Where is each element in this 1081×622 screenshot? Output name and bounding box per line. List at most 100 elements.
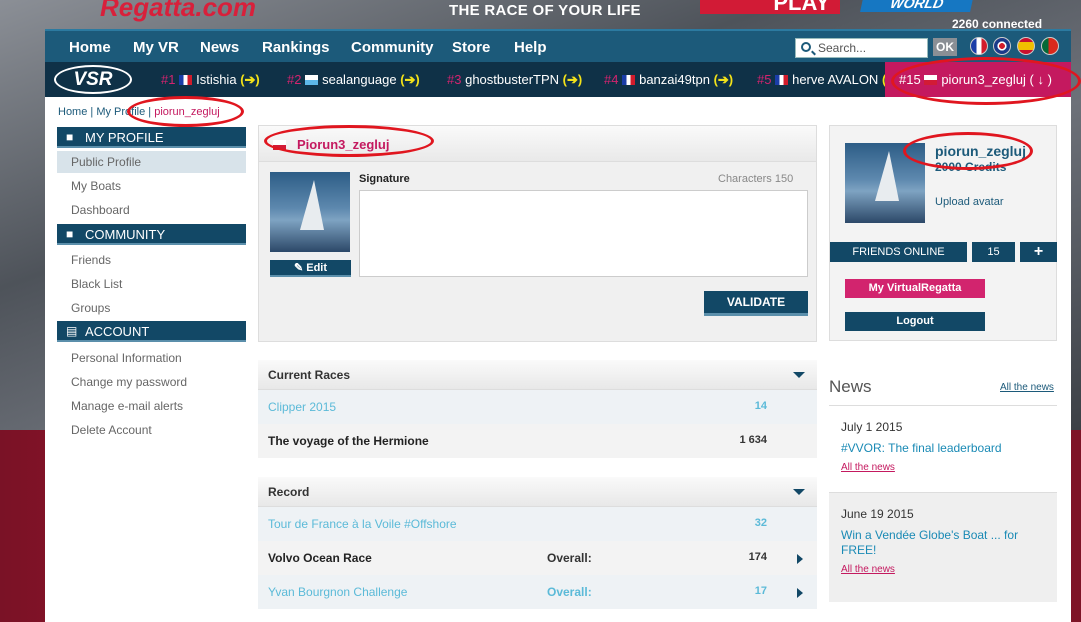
nav-my-vr[interactable]: My VR [133,39,179,56]
sidebar-item-my-boats[interactable]: My Boats [57,175,246,197]
sidebar-heading-community: ■ COMMUNITY [57,224,246,245]
rank-number: #2 [287,72,302,87]
breadcrumb-home[interactable]: Home [58,106,87,118]
news-item-link[interactable]: All the news [841,462,1045,473]
nav-home[interactable]: Home [69,39,111,56]
brand-logo[interactable]: Regatta.com [100,0,256,23]
sidebar-item-friends[interactable]: Friends [57,249,246,271]
news-headline[interactable]: Win a Vendée Globe's Boat ... for FREE! [841,528,1045,558]
nav-store[interactable]: Store [452,39,490,56]
signature-textarea[interactable] [359,190,808,277]
rank-entry[interactable]: #1 Istishia (➔) [161,72,260,88]
site-banner: Regatta.com THE RACE OF YOUR LIFE PLAY W… [0,0,1081,31]
edit-label: Edit [306,262,328,274]
friends-online-button[interactable]: FRIENDS ONLINE [830,242,967,262]
flag-fr-icon [622,75,636,85]
nav-community[interactable]: Community [351,39,434,56]
search-icon [801,42,811,52]
record-count: 174 [748,551,767,563]
record-row[interactable]: Volvo Ocean Race Overall: 174 [258,541,817,575]
sidebar-item-groups[interactable]: Groups [57,297,246,319]
sidebar-heading-label: MY PROFILE [85,130,164,145]
world-badge[interactable]: WORLD [860,0,974,12]
validate-button[interactable]: VALIDATE [704,291,808,316]
my-virtualregatta-button[interactable]: My VirtualRegatta [845,279,985,298]
sidebar-item-email-alerts[interactable]: Manage e-mail alerts [57,395,246,417]
sidebar-item-change-password[interactable]: Change my password [57,371,246,393]
chevron-down-icon[interactable] [793,489,805,495]
record-name[interactable]: Tour de France à la Voile #Offshore [268,517,457,531]
sidebar-item-personal-information[interactable]: Personal Information [57,347,246,369]
nav-news[interactable]: News [200,39,239,56]
sidebar-item-public-profile[interactable]: Public Profile [57,151,246,173]
flag-fr-icon [179,75,193,85]
annotation-circle-my-rank [891,57,1081,105]
record-row[interactable]: Yvan Bourgnon Challenge Overall: 17 [258,575,817,609]
sidebar-heading-label: COMMUNITY [85,227,166,242]
rank-entry[interactable]: #4 banzai49tpn (➔) [604,72,733,88]
vsr-logo[interactable]: VSR [54,65,132,94]
rank-entry[interactable]: #2 sealanguage (➔) [287,72,420,88]
news-headline[interactable]: #VVOR: The final leaderboard [841,441,1045,456]
breadcrumb-separator: | [87,106,97,118]
news-item-link[interactable]: All the news [841,564,1045,575]
rank-name: Istishia [196,72,237,87]
rank-entry[interactable]: #5 herve AVALON (➔ [757,72,897,88]
rank-name: sealanguage [322,72,397,87]
play-arrow-icon[interactable] [797,588,803,598]
rank-number: #3 [447,72,462,87]
record-section: Record Tour de France à la Voile #Offsho… [258,477,817,609]
search-ok-button[interactable]: OK [933,38,957,56]
record-row[interactable]: Tour de France à la Voile #Offshore 32 [258,507,817,541]
record-count: 17 [754,585,767,597]
trend-arrow-icon: (➔) [400,72,420,87]
flag-uk-icon[interactable] [993,37,1011,55]
flag-es-icon[interactable] [1017,37,1035,55]
sidebar-heading-my-profile: ■ MY PROFILE [57,127,246,148]
rank-number: #1 [161,72,176,87]
race-row[interactable]: Clipper 2015 14 [258,390,817,424]
upload-avatar-link[interactable]: Upload avatar [935,196,1004,208]
sidebar-heading-label: ACCOUNT [85,324,150,339]
profile-avatar [270,172,350,252]
document-icon: ▤ [66,324,78,338]
logout-button[interactable]: Logout [845,312,985,331]
news-item: July 1 2015 #VVOR: The final leaderboard… [829,405,1057,492]
record-overall-label: Overall: [547,585,592,599]
flag-pt-icon[interactable] [1041,37,1059,55]
news-title: News [829,377,872,396]
sidebar-item-black-list[interactable]: Black List [57,273,246,295]
rank-entry[interactable]: #3 ghostbusterTPN (➔) [447,72,582,88]
annotation-circle-breadcrumb [127,96,244,127]
sidebar-heading-account: ▤ ACCOUNT [57,321,246,342]
current-races-section: Current Races Clipper 2015 14 The voyage… [258,360,817,458]
rank-number: #5 [757,72,772,87]
record-header[interactable]: Record [258,477,817,507]
all-news-link[interactable]: All the news [1000,382,1054,393]
edit-avatar-button[interactable]: ✎ Edit [270,260,351,277]
play-button[interactable]: PLAY [700,0,840,14]
flag-sm-icon [305,75,319,85]
add-friend-button[interactable]: + [1020,242,1057,262]
sidebar-item-delete-account[interactable]: Delete Account [57,419,246,441]
play-arrow-icon[interactable] [797,554,803,564]
users-icon: ■ [66,227,74,241]
rank-name: ghostbusterTPN [465,72,560,87]
trend-arrow-icon: (➔) [713,72,734,87]
search-input[interactable]: Search... [795,38,928,58]
race-name[interactable]: Clipper 2015 [268,400,336,414]
annotation-circle-account-name [903,132,1033,170]
sidebar-item-dashboard[interactable]: Dashboard [57,199,246,221]
record-count: 32 [754,517,767,529]
current-races-header[interactable]: Current Races [258,360,817,390]
race-name[interactable]: The voyage of the Hermione [268,434,429,448]
chevron-down-icon[interactable] [793,372,805,378]
record-name[interactable]: Yvan Bourgnon Challenge [268,585,407,599]
record-name[interactable]: Volvo Ocean Race [268,551,372,565]
nav-help[interactable]: Help [514,39,547,56]
flag-fr-icon[interactable] [970,37,988,55]
rank-number: #4 [604,72,619,87]
race-row[interactable]: The voyage of the Hermione 1 634 [258,424,817,458]
nav-rankings[interactable]: Rankings [262,39,330,56]
race-count: 1 634 [739,434,767,446]
